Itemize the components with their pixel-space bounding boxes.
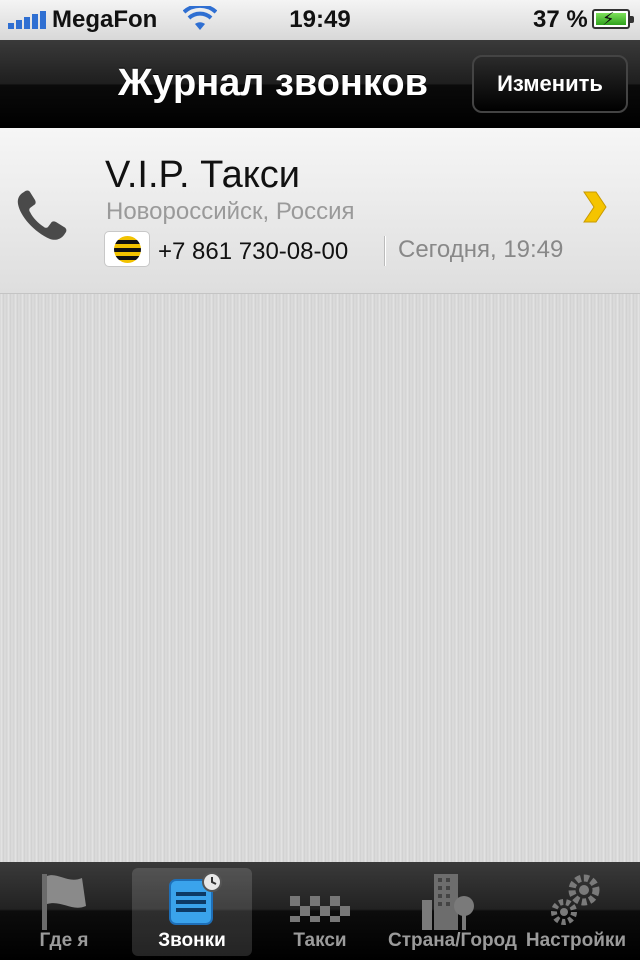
chevron-right-icon[interactable] (582, 190, 608, 224)
call-log-list[interactable]: V.I.P. Такси Новороссийск, Россия +7 861… (0, 128, 640, 862)
tab-label: Такси (293, 930, 347, 951)
gears-icon (551, 874, 600, 925)
tab-label: Где я (39, 930, 89, 951)
beeline-logo-icon (104, 231, 150, 267)
tab-label: Страна/Город (388, 930, 517, 951)
tab-calls[interactable]: Звонки (132, 868, 252, 956)
tab-where-am-i[interactable]: Где я (4, 868, 124, 956)
status-bar: MegaFon 19:49 37 % ⚡ (0, 0, 640, 40)
battery-icon: ⚡ (592, 9, 634, 29)
phone-handset-icon (17, 190, 67, 240)
contact-location: Новороссийск, Россия (106, 198, 355, 225)
tab-taxi[interactable]: Такси (260, 868, 380, 956)
tab-country-city[interactable]: Страна/Город (388, 868, 517, 956)
call-log-row[interactable]: V.I.P. Такси Новороссийск, Россия +7 861… (0, 128, 640, 294)
phone-number: +7 861 730-08-00 (158, 238, 349, 265)
tab-bar: Где я Звонки Такси Страна/Город Настройк… (0, 862, 640, 960)
tab-label: Звонки (158, 930, 226, 951)
charging-bolt-icon: ⚡ (602, 9, 615, 29)
tab-settings[interactable]: Настройки (516, 868, 636, 956)
divider (384, 236, 386, 266)
city-icon (422, 874, 474, 930)
call-timestamp: Сегодня, 19:49 (398, 236, 564, 263)
contact-name: V.I.P. Такси (105, 154, 301, 196)
flag-icon (42, 874, 86, 930)
taxi-checker-icon (290, 896, 350, 922)
battery-percent: 37 % (533, 6, 588, 33)
edit-button[interactable]: Изменить (472, 55, 628, 113)
navigation-bar: Журнал звонков Изменить (0, 40, 640, 128)
tab-label: Настройки (525, 930, 627, 951)
calls-log-icon (169, 872, 222, 925)
page-title: Журнал звонков (118, 62, 428, 104)
